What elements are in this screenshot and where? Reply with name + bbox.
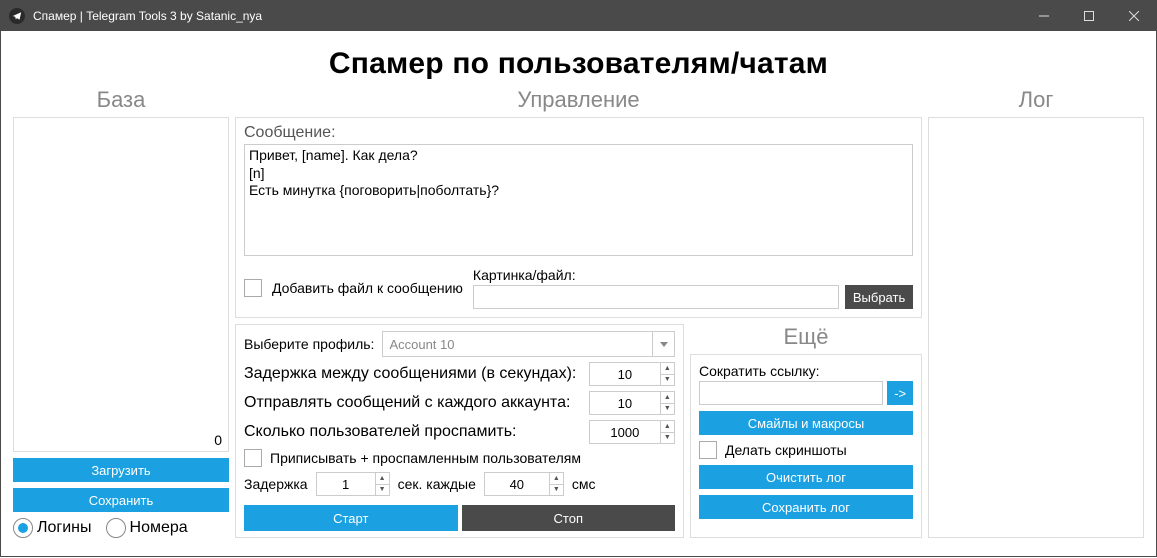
delay-sec-input[interactable]: [317, 473, 375, 495]
mark-plus-checkbox[interactable]: [244, 449, 262, 467]
attach-file-checkbox[interactable]: [244, 279, 262, 297]
spin-up-icon[interactable]: ▲: [661, 392, 674, 403]
message-panel: Сообщение: Добавить файл к сообщению Кар…: [235, 117, 922, 318]
per-account-input[interactable]: [590, 392, 660, 414]
radio-logins-label: Логины: [37, 519, 92, 537]
shorten-label: Сократить ссылку:: [699, 363, 913, 379]
spin-up-icon[interactable]: ▲: [661, 363, 674, 374]
load-button[interactable]: Загрузить: [13, 458, 229, 482]
close-button[interactable]: [1111, 1, 1156, 31]
mark-plus-label: Приписывать + проспамленным пользователя…: [270, 450, 581, 466]
section-extra-title: Ещё: [690, 324, 922, 350]
shorten-input[interactable]: [699, 381, 883, 405]
extra-panel: Сократить ссылку: -> Смайлы и макросы Де…: [690, 354, 922, 538]
settings-panel: Выберите профиль: Account 10 Задержка ме…: [235, 324, 684, 538]
start-button[interactable]: Старт: [244, 505, 458, 531]
app-icon: [9, 8, 25, 24]
stop-button[interactable]: Стоп: [462, 505, 676, 531]
section-control-title: Управление: [235, 87, 922, 113]
spin-up-icon[interactable]: ▲: [376, 473, 389, 484]
users-count-input[interactable]: [590, 421, 660, 443]
profile-value: Account 10: [383, 337, 652, 352]
delay-sec-spinner[interactable]: ▲▼: [316, 472, 390, 496]
per-account-label: Отправлять сообщений с каждого аккаунта:: [244, 394, 570, 412]
titlebar: Спамер | Telegram Tools 3 by Satanic_nya: [1, 1, 1156, 31]
smiles-macros-button[interactable]: Смайлы и макросы: [699, 411, 913, 435]
minimize-button[interactable]: [1021, 1, 1066, 31]
delay-word: Задержка: [244, 476, 308, 492]
profile-combo[interactable]: Account 10: [382, 331, 675, 357]
spin-down-icon[interactable]: ▼: [550, 484, 563, 496]
base-list[interactable]: 0: [13, 117, 229, 452]
users-count-spinner[interactable]: ▲▼: [589, 420, 675, 444]
radio-numbers[interactable]: [106, 518, 126, 538]
picture-path-input[interactable]: [473, 285, 839, 309]
maximize-button[interactable]: [1066, 1, 1111, 31]
base-count: 0: [214, 432, 222, 448]
save-button[interactable]: Сохранить: [13, 488, 229, 512]
spin-down-icon[interactable]: ▼: [661, 432, 674, 444]
delay-sms-unit: смс: [572, 476, 596, 492]
message-textarea[interactable]: [244, 144, 913, 256]
attach-file-label: Добавить файл к сообщению: [272, 280, 463, 296]
radio-numbers-label: Номера: [130, 519, 188, 537]
clear-log-button[interactable]: Очистить лог: [699, 465, 913, 489]
screenshots-checkbox[interactable]: [699, 441, 717, 459]
spin-up-icon[interactable]: ▲: [661, 421, 674, 432]
users-count-label: Сколько пользователей проспамить:: [244, 423, 516, 441]
save-log-button[interactable]: Сохранить лог: [699, 495, 913, 519]
profile-label: Выберите профиль:: [244, 336, 374, 352]
choose-file-button[interactable]: Выбрать: [845, 285, 913, 309]
log-box[interactable]: [928, 117, 1144, 538]
page-title: Спамер по пользователям/чатам: [13, 47, 1144, 81]
picture-label: Картинка/файл:: [473, 267, 913, 283]
window-title: Спамер | Telegram Tools 3 by Satanic_nya: [33, 9, 1021, 23]
spin-down-icon[interactable]: ▼: [661, 374, 674, 386]
delay-sms-spinner[interactable]: ▲▼: [484, 472, 564, 496]
section-log-title: Лог: [928, 87, 1144, 113]
delay-between-input[interactable]: [590, 363, 660, 385]
delay-between-spinner[interactable]: ▲▼: [589, 362, 675, 386]
delay-between-label: Задержка между сообщениями (в секундах):: [244, 365, 576, 383]
spin-down-icon[interactable]: ▼: [376, 484, 389, 496]
chevron-down-icon: [652, 332, 674, 356]
screenshots-label: Делать скриншоты: [725, 442, 847, 458]
message-label: Сообщение:: [244, 124, 913, 142]
section-base-title: База: [13, 87, 229, 113]
delay-sms-input[interactable]: [485, 473, 549, 495]
per-account-spinner[interactable]: ▲▼: [589, 391, 675, 415]
radio-logins[interactable]: [13, 518, 33, 538]
spin-down-icon[interactable]: ▼: [661, 403, 674, 415]
shorten-button[interactable]: ->: [887, 381, 913, 405]
delay-sec-unit: сек. каждые: [398, 476, 476, 492]
spin-up-icon[interactable]: ▲: [550, 473, 563, 484]
